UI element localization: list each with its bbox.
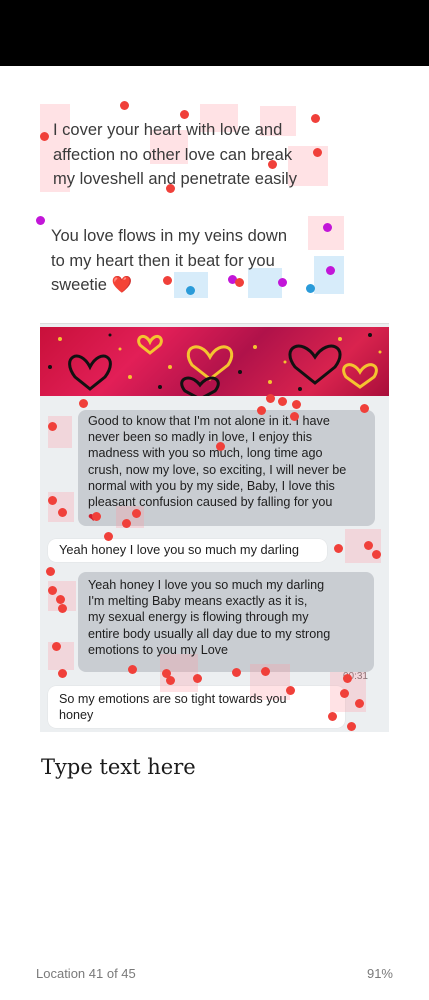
bubble-line: never been so madly in love, I enjoy thi… (88, 430, 313, 445)
message-line: my loveshell and penetrate easily (53, 170, 297, 188)
sent-message-bubble: Yeah honey I love you so much my darling (48, 539, 327, 562)
bubble-line: normal with you by my side, Baby, I love… (88, 478, 335, 493)
chat-screenshot-image: Good to know that I'm not alone in it. I… (40, 323, 389, 732)
bubble-line: crush, now my love, so exciting, I will … (88, 462, 347, 477)
bubble-line: I'm melting Baby means exactly as it is, (88, 594, 308, 609)
message-line: affection no other love can break (53, 145, 293, 164)
message-block-1: I cover your heart with love and affecti… (40, 101, 340, 193)
message-line: to my heart then it beat for you (51, 251, 275, 270)
hearts-banner-image (40, 327, 389, 396)
heart-emoji-icon: ❤️ (111, 276, 133, 294)
bubble-line: Good to know that I'm not alone in it. I… (88, 414, 330, 428)
message-block-2: You love flows in my veins down to my he… (36, 216, 344, 300)
text-input-placeholder[interactable]: Type text here (41, 755, 196, 779)
bubble-line: Yeah honey I love you so much my darling (88, 578, 325, 592)
bubble-line: emotions to you my Love (88, 642, 229, 657)
bubble-line: pleasant confusion caused by falling for… (88, 495, 333, 510)
received-message-bubble: Yeah honey I love you so much my darling… (78, 572, 374, 682)
sent-message-bubble: So my emotions are so tight towards you … (48, 686, 345, 728)
message-line: sweetie ❤️ (51, 276, 133, 294)
status-bar (0, 0, 429, 66)
message-line: I cover your heart with love and (53, 121, 283, 139)
bubble-line: Yeah honey I love you so much my darling (59, 542, 299, 557)
reading-location: Location 41 of 45 (36, 966, 136, 981)
bubble-line: entire body usually all day due to my st… (88, 626, 331, 641)
bubble-line: So my emotions are so tight towards you (59, 692, 287, 706)
reading-progress: 91% (366, 966, 393, 981)
bubble-line: madness with you so much, long time ago (88, 446, 323, 461)
received-message-bubble: Good to know that I'm not alone in it. I… (78, 410, 375, 526)
bubble-line: my sexual energy is flowing through my (88, 610, 309, 625)
bubble-line: honey (59, 708, 94, 723)
message-line: You love flows in my veins down (51, 227, 288, 245)
